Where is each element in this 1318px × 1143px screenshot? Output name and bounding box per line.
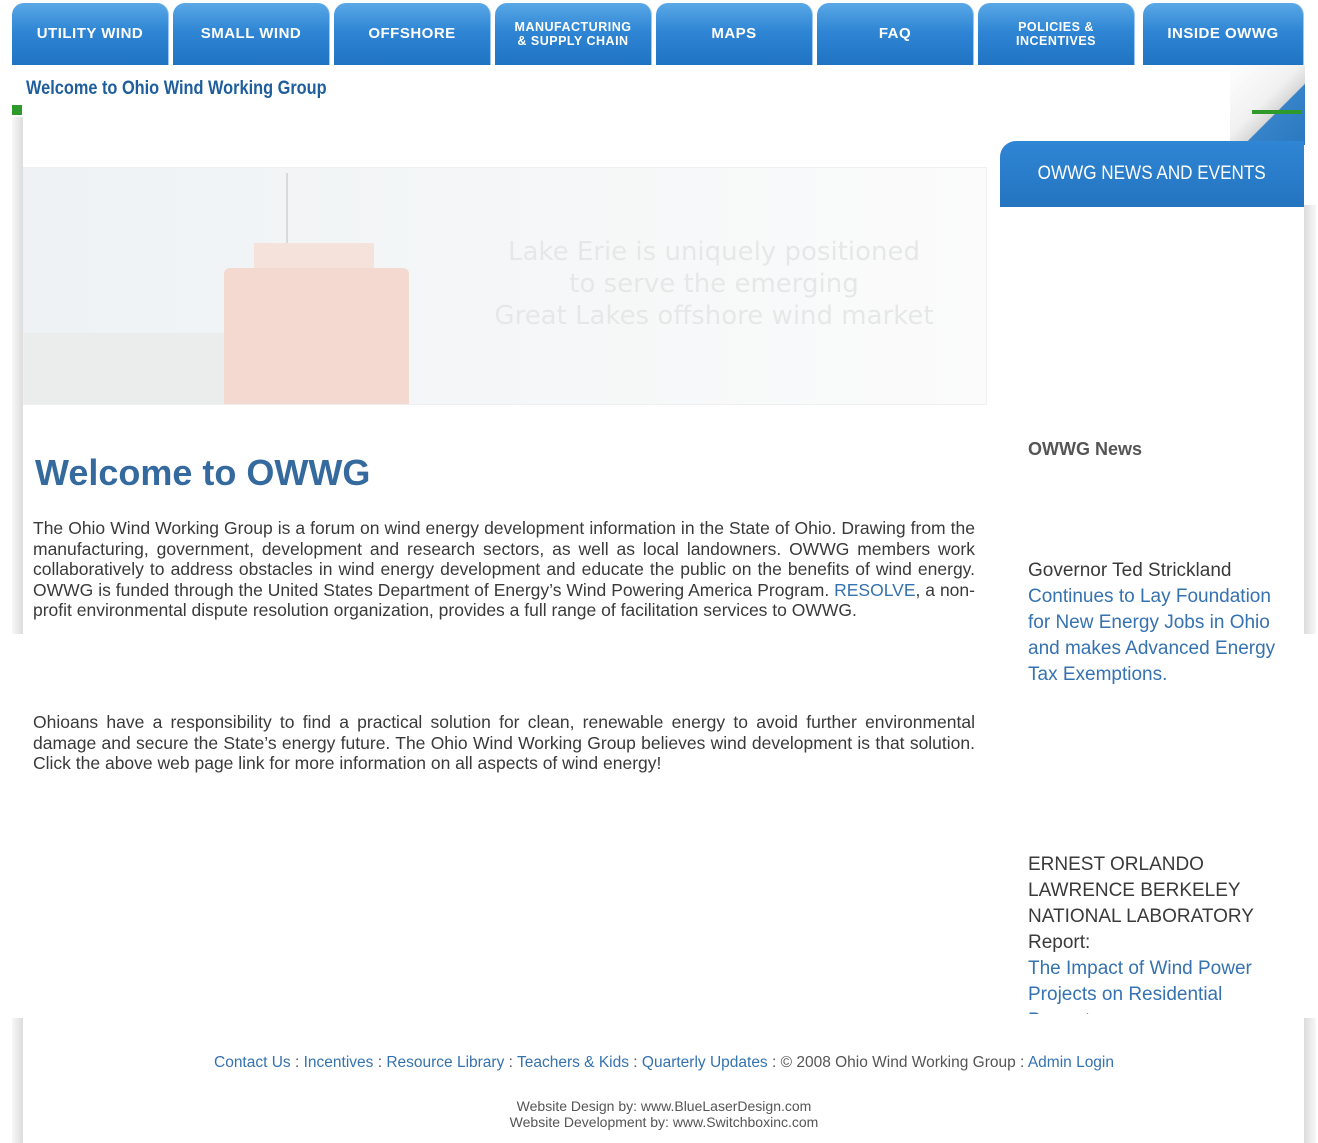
accent-line [12,105,22,115]
separator: : [1015,1054,1028,1071]
news-item-link[interactable]: Continues to Lay Foundation for New Ener… [1028,586,1275,685]
tab-offshore[interactable]: OFFSHORE [334,3,491,65]
tab-maps[interactable]: MAPS [656,3,813,65]
welcome-strip: Welcome to Ohio Wind Working Group [12,65,1240,117]
banner-caption: Lake Erie is uniquely positioned to serv… [494,237,934,331]
resource-library-link[interactable]: Resource Library [386,1054,504,1071]
news-item: Governor Ted Strickland Continues to Lay… [1028,558,1278,688]
tab-label: MANUFACTURING & SUPPLY CHAIN [514,20,632,48]
second-paragraph: Ohioans have a responsibility to find a … [33,712,975,773]
tab-utility-wind[interactable]: UTILITY WIND [12,3,169,65]
news-label: OWWG News [1028,439,1143,459]
tab-inside-owwg[interactable]: INSIDE OWWG [1143,3,1304,65]
tab-manufacturing[interactable]: MANUFACTURING & SUPPLY CHAIN [495,3,652,65]
tab-label: UTILITY WIND [36,25,144,42]
tab-faq[interactable]: FAQ [817,3,974,65]
tab-label: FAQ [878,25,912,42]
teachers-kids-link[interactable]: Teachers & Kids [517,1054,629,1071]
skyline-image [24,333,224,404]
water-crib-image [224,268,409,404]
separator: : [767,1054,781,1071]
design-credit: Website Design by: www.BlueLaserDesign.c… [516,1098,812,1114]
news-item-text: ERNEST ORLANDO LAWRENCE BERKELEY NATIONA… [1028,854,1254,953]
intro-paragraph: The Ohio Wind Working Group is a forum o… [33,518,975,621]
page-curl-decoration [1230,65,1305,145]
news-events-header: OWWG NEWS AND EVENTS [1000,141,1304,207]
separator: : [504,1054,517,1071]
footer: Contact Us : Incentives : Resource Libra… [12,1018,1316,1143]
hero-banner: Lake Erie is uniquely positioned to serv… [23,167,987,405]
accent-line [1252,110,1302,114]
tab-label: POLICIES & INCENTIVES [1015,20,1096,48]
footer-credits: Website Design by: www.BlueLaserDesign.c… [12,1098,1316,1130]
tab-label: OFFSHORE [368,25,456,42]
right-border [1304,205,1316,634]
mast-image [286,173,288,245]
page-title: Welcome to OWWG [35,452,371,493]
tab-label: INSIDE OWWG [1167,25,1279,42]
tab-label: MAPS [711,25,757,42]
development-credit: Website Development by: www.Switchboxinc… [509,1114,819,1130]
separator: : [290,1054,304,1071]
contact-us-link[interactable]: Contact Us [214,1054,291,1071]
separator: : [628,1054,642,1071]
quarterly-updates-link[interactable]: Quarterly Updates [642,1054,768,1071]
footer-links: Contact Us : Incentives : Resource Libra… [12,1054,1316,1072]
tab-policies[interactable]: POLICIES & INCENTIVES [978,3,1135,65]
site-welcome-title: Welcome to Ohio Wind Working Group [26,78,327,99]
news-item-link[interactable]: The Impact of Wind Power Projects on Res… [1028,958,1252,1014]
news-item: ERNEST ORLANDO LAWRENCE BERKELEY NATIONA… [1028,852,1278,1014]
separator: : [373,1054,387,1071]
main-nav: UTILITY WIND SMALL WIND OFFSHORE MANUFAC… [12,3,1304,65]
tab-label: SMALL WIND [200,25,302,42]
copyright: © 2008 Ohio Wind Working Group [780,1054,1016,1071]
news-sidebar: OWWG News Governor Ted Strickland Contin… [1028,436,1296,1014]
left-border [12,117,23,634]
admin-login-link[interactable]: Admin Login [1028,1054,1114,1071]
resolve-link[interactable]: RESOLVE [834,580,915,600]
tab-small-wind[interactable]: SMALL WIND [173,3,330,65]
news-events-title: OWWG NEWS AND EVENTS [1037,163,1267,184]
incentives-link[interactable]: Incentives [304,1054,374,1071]
news-item-text: Governor Ted Strickland [1028,560,1232,581]
